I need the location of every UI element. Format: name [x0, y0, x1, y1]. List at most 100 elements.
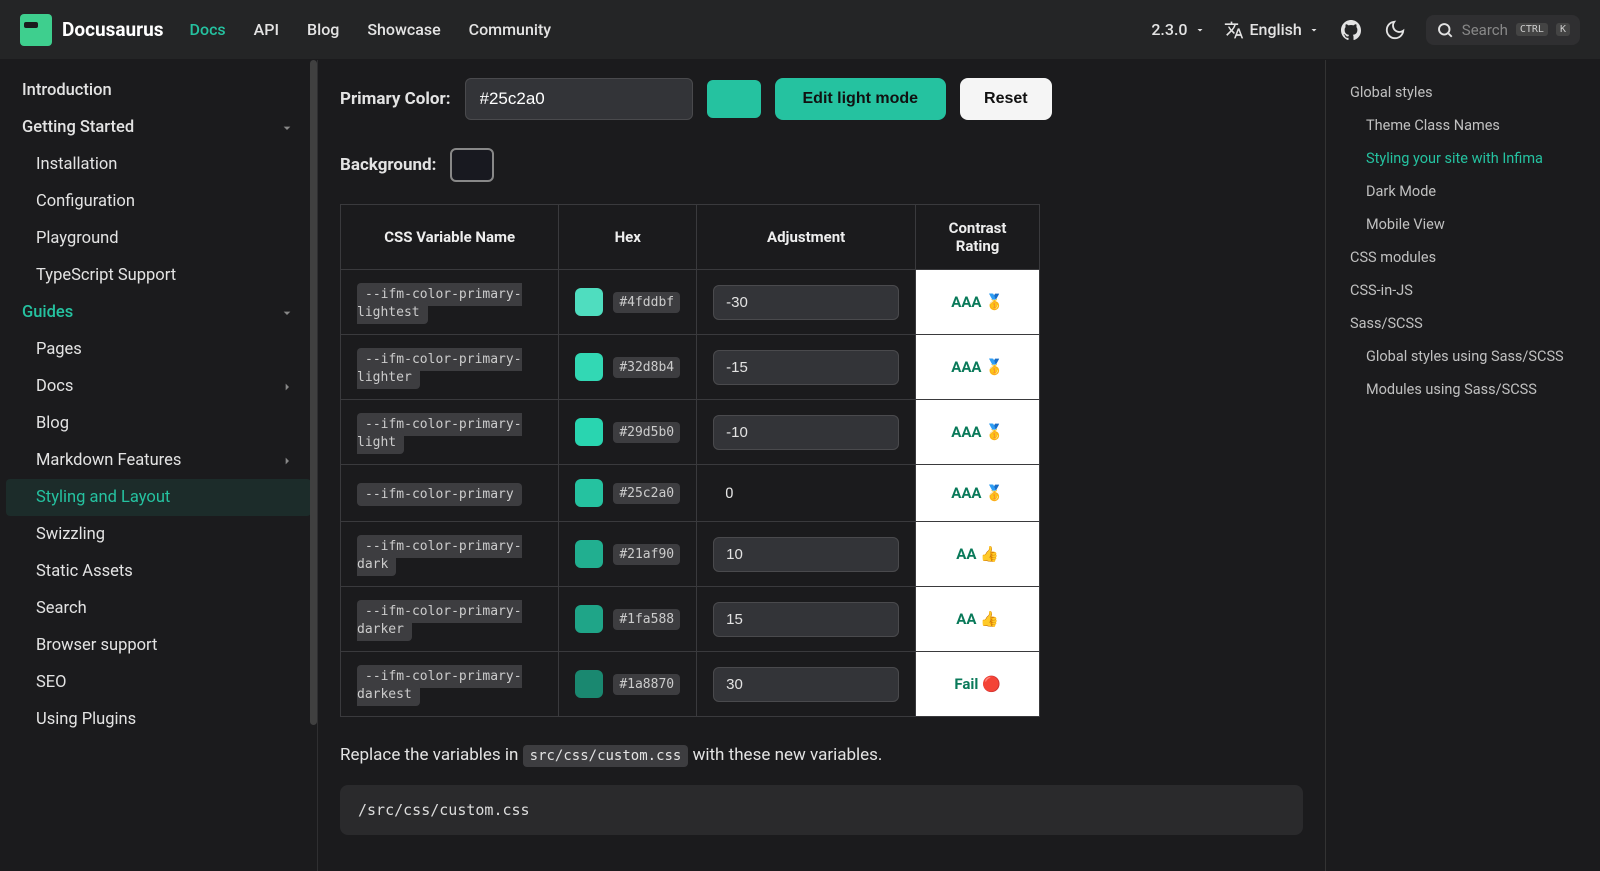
toc-sass-global[interactable]: Global styles using Sass/SCSS — [1340, 340, 1586, 373]
toc-theme-class[interactable]: Theme Class Names — [1340, 109, 1586, 142]
nav-blog[interactable]: Blog — [307, 20, 339, 39]
translate-icon — [1224, 20, 1244, 40]
background-label: Background: — [340, 155, 436, 175]
docusaurus-logo[interactable] — [20, 14, 52, 46]
toc-global-styles[interactable]: Global styles — [1340, 76, 1586, 109]
css-variable-name: --ifm-color-primary-darker — [357, 600, 522, 641]
sidebar-seo[interactable]: SEO — [6, 664, 311, 701]
language-dropdown[interactable]: English — [1224, 20, 1320, 40]
contrast-rating: Fail 🔴 — [916, 652, 1040, 717]
toc-mobile[interactable]: Mobile View — [1340, 208, 1586, 241]
chevron-down-icon — [1194, 24, 1206, 36]
sidebar-pages[interactable]: Pages — [6, 331, 311, 368]
background-row: Background: — [340, 148, 1303, 182]
search-button[interactable]: Search CTRL K — [1426, 15, 1580, 45]
color-swatch — [575, 605, 603, 633]
sidebar-markdown[interactable]: Markdown Features — [6, 442, 311, 479]
color-table: CSS Variable Name Hex Adjustment Contras… — [340, 204, 1040, 717]
description-text: Replace the variables in src/css/custom.… — [340, 745, 1303, 765]
sidebar-styling[interactable]: Styling and Layout — [6, 479, 311, 516]
sidebar-docs[interactable]: Docs — [6, 368, 311, 405]
code-block-title: /src/css/custom.css — [358, 801, 1285, 819]
table-row: --ifm-color-primary-darker#1fa588AA 👍 — [341, 587, 1040, 652]
adjustment-input[interactable] — [713, 350, 899, 385]
version-dropdown[interactable]: 2.3.0 — [1151, 20, 1205, 39]
sidebar-plugins[interactable]: Using Plugins — [6, 701, 311, 738]
edit-light-mode-button[interactable]: Edit light mode — [775, 78, 947, 120]
color-swatch — [575, 418, 603, 446]
css-variable-name: --ifm-color-primary-light — [357, 413, 522, 454]
table-of-contents: Global styles Theme Class Names Styling … — [1325, 60, 1600, 871]
navbar: Docusaurus Docs API Blog Showcase Commun… — [0, 0, 1600, 60]
hex-value: #21af90 — [613, 544, 680, 565]
sidebar-getting-started[interactable]: Getting Started — [6, 109, 311, 146]
toc-sass[interactable]: Sass/SCSS — [1340, 307, 1586, 340]
col-hex: Hex — [559, 205, 697, 270]
css-variable-name: --ifm-color-primary-dark — [357, 535, 522, 576]
adjustment-input[interactable] — [713, 285, 899, 320]
chevron-down-icon — [1308, 24, 1320, 36]
adjustment-static: 0 — [697, 465, 916, 522]
toc-infima[interactable]: Styling your site with Infima — [1340, 142, 1586, 175]
contrast-rating: AAA 🥇 — [916, 270, 1040, 335]
adjustment-input[interactable] — [713, 537, 899, 572]
sidebar-browser[interactable]: Browser support — [6, 627, 311, 664]
css-variable-name: --ifm-color-primary-darkest — [357, 665, 522, 706]
hex-value: #1fa588 — [613, 609, 680, 630]
sidebar-configuration[interactable]: Configuration — [6, 183, 311, 220]
background-swatch[interactable] — [450, 148, 494, 182]
github-icon[interactable] — [1338, 17, 1364, 43]
sidebar-static[interactable]: Static Assets — [6, 553, 311, 590]
adjustment-input[interactable] — [713, 602, 899, 637]
version-label: 2.3.0 — [1151, 20, 1187, 39]
scrollbar[interactable] — [310, 60, 317, 725]
toc-css-modules[interactable]: CSS modules — [1340, 241, 1586, 274]
color-swatch — [575, 288, 603, 316]
css-variable-name: --ifm-color-primary-lightest — [357, 283, 522, 324]
table-row: --ifm-color-primary-light#29d5b0AAA 🥇 — [341, 400, 1040, 465]
contrast-rating: AA 👍 — [916, 522, 1040, 587]
primary-color-label: Primary Color: — [340, 89, 451, 109]
dark-mode-toggle[interactable] — [1382, 17, 1408, 43]
nav-showcase[interactable]: Showcase — [367, 20, 440, 39]
hex-value: #32d8b4 — [613, 357, 680, 378]
table-row: --ifm-color-primary-lightest #4fddbf AAA 🥇 — [341, 270, 1040, 335]
sidebar-playground[interactable]: Playground — [6, 220, 311, 257]
code-block: /src/css/custom.css — [340, 785, 1303, 835]
primary-color-swatch[interactable] — [707, 80, 761, 118]
search-placeholder: Search — [1462, 21, 1508, 39]
toc-css-in-js[interactable]: CSS-in-JS — [1340, 274, 1586, 307]
sidebar-swizzling[interactable]: Swizzling — [6, 516, 311, 553]
sidebar-introduction[interactable]: Introduction — [6, 72, 311, 109]
table-row: --ifm-color-primary-dark #21af90 AA 👍 — [341, 522, 1040, 587]
chevron-right-icon — [279, 453, 295, 469]
hex-value: #1a8870 — [613, 674, 680, 695]
css-variable-name: --ifm-color-primary-lighter — [357, 348, 522, 389]
brand-name[interactable]: Docusaurus — [62, 18, 164, 41]
adjustment-input[interactable] — [713, 415, 899, 450]
adjustment-input[interactable] — [713, 667, 899, 702]
col-css-var: CSS Variable Name — [341, 205, 559, 270]
main-content: Primary Color: Edit light mode Reset Bac… — [318, 60, 1325, 871]
search-icon — [1436, 21, 1454, 39]
toc-dark-mode[interactable]: Dark Mode — [1340, 175, 1586, 208]
hex-value: #4fddbf — [613, 292, 680, 313]
sidebar: Introduction Getting Started Installatio… — [0, 60, 318, 871]
nav-api[interactable]: API — [254, 20, 279, 39]
sidebar-installation[interactable]: Installation — [6, 146, 311, 183]
hex-value: #25c2a0 — [613, 483, 680, 504]
sidebar-blog[interactable]: Blog — [6, 405, 311, 442]
nav-community[interactable]: Community — [469, 20, 551, 39]
sidebar-search[interactable]: Search — [6, 590, 311, 627]
reset-button[interactable]: Reset — [960, 78, 1052, 120]
color-swatch — [575, 540, 603, 568]
contrast-rating: AAA 🥇 — [916, 465, 1040, 522]
chevron-down-icon — [279, 305, 295, 321]
sidebar-guides[interactable]: Guides — [6, 294, 311, 331]
color-swatch — [575, 479, 603, 507]
nav-docs[interactable]: Docs — [190, 20, 226, 39]
primary-color-input[interactable] — [465, 78, 693, 120]
sidebar-typescript[interactable]: TypeScript Support — [6, 257, 311, 294]
toc-sass-modules[interactable]: Modules using Sass/SCSS — [1340, 373, 1586, 406]
table-row: --ifm-color-primary-lighter#32d8b4AAA 🥇 — [341, 335, 1040, 400]
